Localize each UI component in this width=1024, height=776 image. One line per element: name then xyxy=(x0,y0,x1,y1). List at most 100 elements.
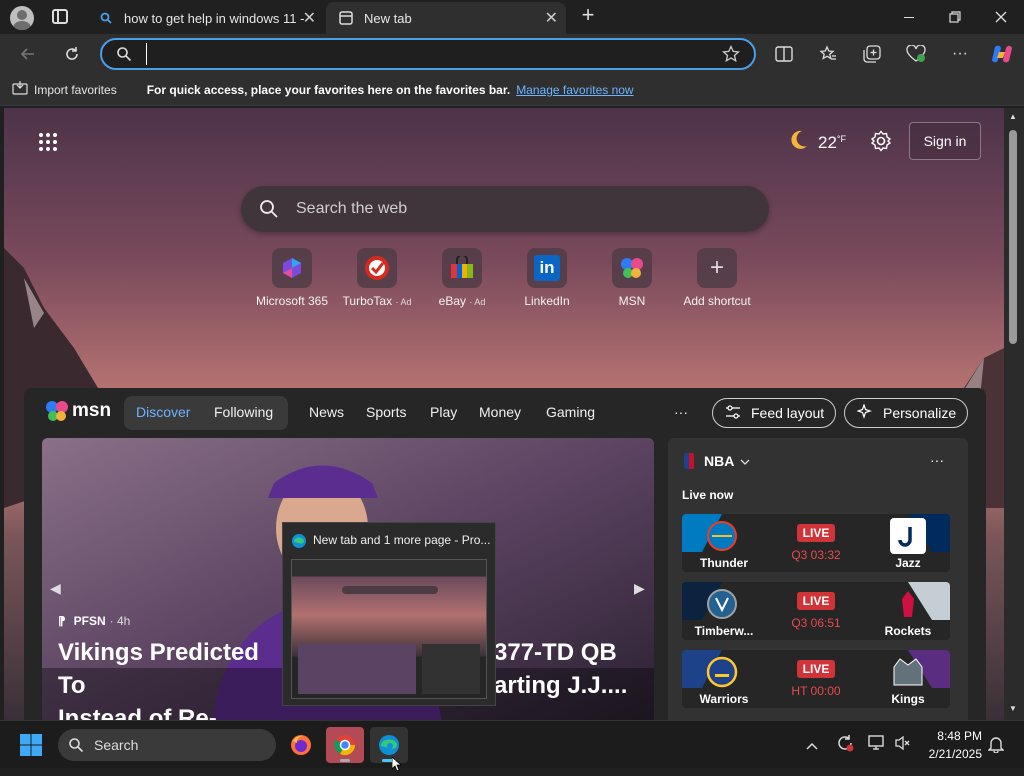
game-card[interactable]: LIVE Q3 06:51 Timberw... Rockets xyxy=(682,582,950,640)
import-favorites-icon[interactable] xyxy=(12,81,28,98)
weather-widget[interactable]: 22 °F xyxy=(786,128,846,157)
nav-news[interactable]: News xyxy=(309,404,344,420)
live-badge: LIVE xyxy=(797,592,835,610)
close-window-button[interactable] xyxy=(978,0,1024,34)
firefox-taskbar-icon[interactable] xyxy=(282,727,320,763)
shortcut-msn[interactable]: MSN xyxy=(587,248,677,308)
tab-actions-icon[interactable] xyxy=(52,9,68,24)
nba-more-button[interactable]: ··· xyxy=(930,452,944,468)
plus-icon: + xyxy=(697,248,737,288)
edge-icon xyxy=(291,533,307,554)
shortcut-ebay[interactable]: eBay · Ad xyxy=(417,248,507,308)
favorites-icon[interactable] xyxy=(812,38,844,70)
tab-title: New tab xyxy=(364,10,412,26)
shortcut-microsoft-365[interactable]: Microsoft 365 xyxy=(247,248,337,308)
away-team-name: Kings xyxy=(891,692,925,706)
moon-icon xyxy=(786,128,810,157)
copilot-icon[interactable] xyxy=(986,38,1018,70)
network-icon[interactable] xyxy=(868,735,886,756)
preview-title: New tab and 1 more page - Pro... xyxy=(313,533,491,547)
edge-taskbar-icon[interactable] xyxy=(370,727,408,763)
nav-gaming[interactable]: Gaming xyxy=(546,404,595,420)
refresh-button[interactable] xyxy=(56,38,88,70)
article-headline[interactable]: Vikings Predicted To Instead of Re-Signi… xyxy=(58,636,288,720)
address-bar[interactable] xyxy=(100,38,756,70)
split-screen-icon[interactable] xyxy=(768,38,800,70)
chevron-down-icon xyxy=(740,452,750,470)
carousel-prev-arrow[interactable]: ◀ xyxy=(50,580,61,597)
apps-launcher-icon[interactable] xyxy=(38,132,58,152)
scrollbar-thumb[interactable] xyxy=(1009,130,1017,344)
scroll-down-arrow[interactable]: ▼ xyxy=(1009,704,1017,713)
title-bar: how to get help in windows 11 - ✕ New ta… xyxy=(0,0,1024,34)
tab-new-tab[interactable]: New tab ✕ xyxy=(326,2,566,34)
taskbar-thumbnail-preview[interactable]: New tab and 1 more page - Pro... xyxy=(282,522,496,706)
page-scrollbar[interactable]: ▲ ▼ xyxy=(1004,108,1024,720)
rockets-logo-icon xyxy=(890,586,926,622)
back-button[interactable] xyxy=(12,38,44,70)
carousel-next-arrow[interactable]: ▶ xyxy=(634,580,645,597)
linkedin-icon: in xyxy=(527,248,567,288)
settings-gear-icon[interactable] xyxy=(870,130,892,157)
shortcut-turbotax[interactable]: TurboTax · Ad xyxy=(332,248,422,308)
clock-date-text: 2/21/2025 xyxy=(928,747,982,761)
shortcut-label: MSN xyxy=(618,294,646,308)
favorite-star-icon[interactable] xyxy=(721,44,741,68)
add-shortcut-button[interactable]: + Add shortcut xyxy=(672,248,762,308)
microsoft-365-icon xyxy=(272,248,312,288)
windows-taskbar: Search 8:48 PM 2/21/2025 xyxy=(0,720,1024,772)
collections-icon[interactable] xyxy=(856,38,888,70)
chrome-taskbar-icon[interactable] xyxy=(326,727,364,763)
shortcut-linkedin[interactable]: in LinkedIn xyxy=(502,248,592,308)
taskbar-search-box[interactable]: Search xyxy=(58,729,276,761)
feed-layout-button[interactable]: Feed layout xyxy=(712,398,836,428)
profile-avatar[interactable] xyxy=(10,6,34,30)
scroll-up-arrow[interactable]: ▲ xyxy=(1009,112,1017,121)
restore-button[interactable] xyxy=(932,0,978,34)
new-tab-page-icon xyxy=(338,10,354,26)
turbotax-icon xyxy=(357,248,397,288)
feed-layout-label: Feed layout xyxy=(751,405,825,421)
start-button[interactable] xyxy=(12,727,50,763)
more-menu-icon[interactable]: ··· xyxy=(944,38,976,70)
notification-bell-icon[interactable] xyxy=(987,735,1005,758)
nav-play[interactable]: Play xyxy=(430,404,457,420)
weather-temperature: 22 xyxy=(818,132,837,152)
personalize-button[interactable]: Personalize xyxy=(844,398,968,428)
live-badge: LIVE xyxy=(797,524,835,542)
taskbar-search-label: Search xyxy=(94,737,139,753)
address-input[interactable] xyxy=(146,43,706,65)
preview-thumbnail-image xyxy=(291,559,487,699)
ad-label: · Ad xyxy=(469,297,486,307)
import-favorites-button[interactable]: Import favorites xyxy=(34,83,117,97)
browser-essentials-icon[interactable] xyxy=(900,38,932,70)
volume-muted-icon[interactable] xyxy=(894,735,910,756)
minimize-button[interactable] xyxy=(886,0,932,34)
web-search-box[interactable]: Search the web xyxy=(241,186,769,232)
live-now-label: Live now xyxy=(682,488,734,502)
article-source: ⁋ PFSN · 4h xyxy=(58,614,130,628)
close-tab-icon[interactable]: ✕ xyxy=(303,8,316,28)
nav-sports[interactable]: Sports xyxy=(366,404,406,420)
windows-update-icon[interactable] xyxy=(836,734,854,757)
away-team-name: Rockets xyxy=(884,624,932,638)
tab-title: how to get help in windows 11 - xyxy=(124,10,304,26)
tab-discover[interactable]: Discover xyxy=(136,404,190,420)
tab-following[interactable]: Following xyxy=(214,404,273,420)
new-tab-button[interactable]: + xyxy=(576,4,600,28)
game-card[interactable]: LIVE HT 00:00 Warriors Kings xyxy=(682,650,950,708)
sign-in-button[interactable]: Sign in xyxy=(909,122,981,160)
nav-money[interactable]: Money xyxy=(479,404,521,420)
jazz-logo-icon xyxy=(890,518,926,554)
tab-help[interactable]: how to get help in windows 11 - ✕ xyxy=(86,2,324,34)
home-team-name: Warriors xyxy=(699,692,749,706)
msn-logo[interactable]: msn xyxy=(44,398,111,424)
game-clock: HT 00:00 xyxy=(791,684,841,698)
feed-more-button[interactable]: ··· xyxy=(674,404,688,420)
show-hidden-icons-chevron-icon[interactable] xyxy=(806,737,818,755)
game-card[interactable]: LIVE Q3 03:32 Thunder Jazz xyxy=(682,514,950,572)
close-tab-icon[interactable]: ✕ xyxy=(545,8,558,28)
manage-favorites-link[interactable]: Manage favorites now xyxy=(516,83,633,97)
nba-dropdown[interactable]: NBA xyxy=(684,452,750,470)
clock-date[interactable]: 8:48 PM 2/21/2025 xyxy=(918,727,982,763)
